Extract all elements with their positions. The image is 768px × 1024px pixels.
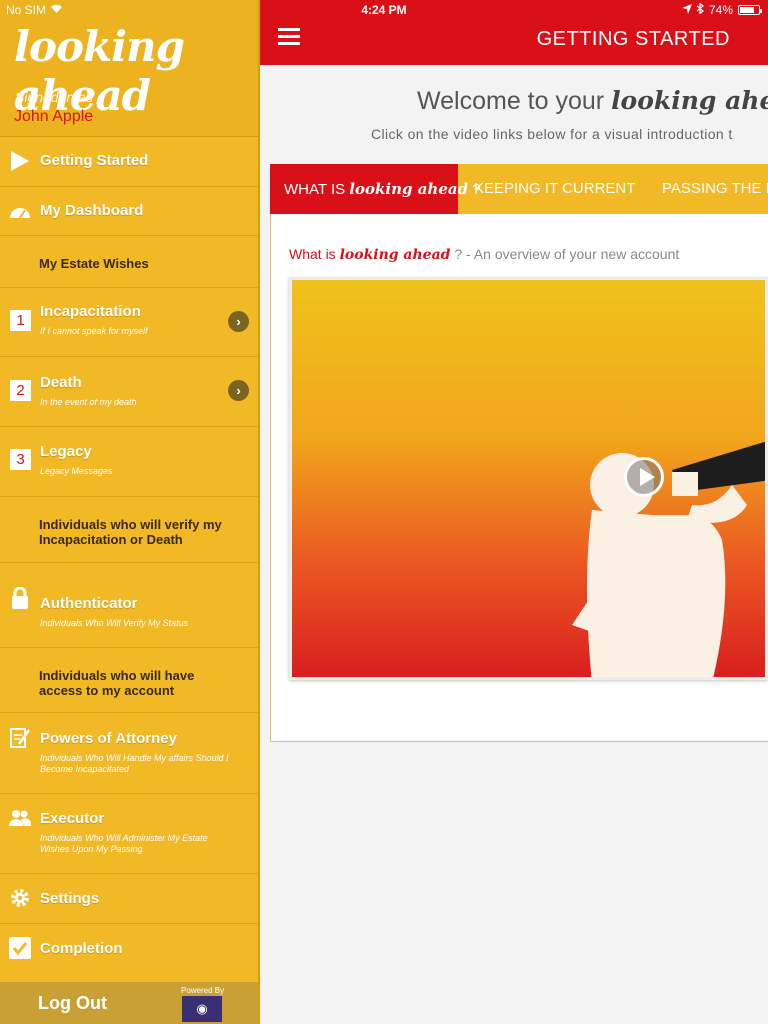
caption-prefix: What is <box>289 246 336 262</box>
video-thumbnail-figure <box>572 441 765 677</box>
sidebar-item-getting-started[interactable]: Getting Started <box>0 137 258 187</box>
video-tabs: WHAT IS looking ahead ? KEEPING IT CURRE… <box>270 164 768 214</box>
tab-prefix: WHAT IS <box>284 181 346 198</box>
sidebar-item-label: Executor <box>40 810 105 827</box>
bluetooth-icon <box>696 2 704 17</box>
play-icon <box>9 150 31 172</box>
gear-icon <box>9 887 31 909</box>
chevron-right-icon[interactable]: › <box>228 311 249 332</box>
battery-icon <box>738 5 762 15</box>
people-icon <box>9 807 31 829</box>
sidebar-item-subtitle: Individuals Who Will Verify My Status <box>40 618 189 628</box>
dashboard-gauge-icon <box>9 200 31 222</box>
welcome-brand: looking ahead <box>611 86 768 115</box>
status-bar: No SIM 4:24 PM 74% <box>0 0 768 20</box>
sidebar-item-subtitle: In the event of my death <box>40 397 137 407</box>
tab-brand: looking ahead <box>349 180 469 198</box>
sidebar-item-death[interactable]: 2 Death In the event of my death › <box>0 357 258 427</box>
document-edit-icon <box>9 727 31 749</box>
sidebar-item-completion[interactable]: Completion <box>0 924 258 974</box>
sidebar-item-label: Settings <box>40 890 100 907</box>
signed-in-label: Signed In as <box>15 89 93 105</box>
number-badge: 2 <box>10 380 31 401</box>
page-title: GETTING STARTED <box>536 28 730 50</box>
sidebar-item-executor[interactable]: Executor Individuals Who Will Administer… <box>0 794 258 874</box>
sidebar-item-label: Death <box>40 374 82 391</box>
status-right: 74% <box>681 2 762 17</box>
partner-logo: ◉ <box>182 996 222 1022</box>
sidebar-item-dashboard[interactable]: My Dashboard <box>0 187 258 236</box>
sidebar-item-subtitle: If I cannot speak for myself <box>40 326 148 336</box>
welcome-prefix: Welcome to your <box>417 87 605 115</box>
sidebar-item-authenticator[interactable]: Authenticator Individuals Who Will Verif… <box>0 563 258 648</box>
checkbox-checked-icon <box>9 937 31 959</box>
sidebar-item-account-access[interactable]: Individuals who will have access to my a… <box>0 648 258 713</box>
instructions-text: Click on the video links below for a vis… <box>371 126 733 142</box>
sidebar-item-label: Incapacitation <box>40 303 141 320</box>
number-badge: 3 <box>10 449 31 470</box>
sidebar-item-label: Individuals who will have access to my a… <box>39 668 195 698</box>
sidebar-item-subtitle: Individuals Who Will Handle My affairs S… <box>40 753 229 774</box>
caption-suffix: ? - An overview of your new account <box>454 246 680 262</box>
sidebar-item-label: Powers of Attorney <box>40 730 177 747</box>
sidebar-item-verifiers[interactable]: Individuals who will verify my Incapacit… <box>0 497 258 563</box>
battery-percent: 74% <box>708 3 733 17</box>
sidebar: looking ahead Signed In as John Apple Ge… <box>0 0 260 1024</box>
video-player[interactable] <box>289 277 768 680</box>
app-root: looking ahead Signed In as John Apple Ge… <box>0 0 768 1024</box>
sidebar-item-label: My Estate Wishes <box>39 256 149 271</box>
location-arrow-icon <box>681 3 692 17</box>
sidebar-item-label: Getting Started <box>40 152 149 169</box>
logout-label: Log Out <box>38 993 107 1013</box>
sidebar-item-incapacitation[interactable]: 1 Incapacitation If I cannot speak for m… <box>0 288 258 357</box>
lock-icon <box>9 587 31 609</box>
sidebar-item-subtitle: Legacy Messages <box>40 466 113 476</box>
sidebar-item-label: Authenticator <box>40 595 138 612</box>
sidebar-item-estate-wishes[interactable]: My Estate Wishes <box>0 236 258 288</box>
welcome-heading: Welcome to your looking ahead <box>417 86 768 116</box>
sidebar-item-subtitle: Individuals Who Will Administer My Estat… <box>40 833 208 854</box>
video-caption: What is looking ahead ? - An overview of… <box>289 246 679 263</box>
status-time: 4:24 PM <box>361 3 407 17</box>
sidebar-item-settings[interactable]: Settings <box>0 874 258 924</box>
sidebar-brand: looking ahead Signed In as John Apple <box>0 0 258 137</box>
app-logo: looking ahead <box>14 22 185 120</box>
chevron-right-icon[interactable]: › <box>228 380 249 401</box>
tab-passing[interactable]: PASSING THE B <box>648 164 768 214</box>
sidebar-item-label: Legacy <box>40 443 92 460</box>
sidebar-item-label: Individuals who will verify my Incapacit… <box>39 517 222 547</box>
tab-keeping-current[interactable]: KEEPING IT CURRENT <box>460 164 649 214</box>
caption-brand: looking ahead <box>339 247 451 263</box>
menu-icon[interactable] <box>278 28 300 49</box>
play-button[interactable] <box>624 457 664 497</box>
sidebar-item-powers-of-attorney[interactable]: Powers of Attorney Individuals Who Will … <box>0 713 258 794</box>
sidebar-item-legacy[interactable]: 3 Legacy Legacy Messages <box>0 427 258 497</box>
user-name: John Apple <box>14 108 94 125</box>
powered-by-label: Powered By <box>181 986 225 995</box>
sidebar-item-label: My Dashboard <box>40 202 144 219</box>
number-badge: 1 <box>10 310 31 331</box>
tab-what-is[interactable]: WHAT IS looking ahead ? <box>270 164 481 214</box>
sidebar-item-label: Completion <box>40 940 123 957</box>
